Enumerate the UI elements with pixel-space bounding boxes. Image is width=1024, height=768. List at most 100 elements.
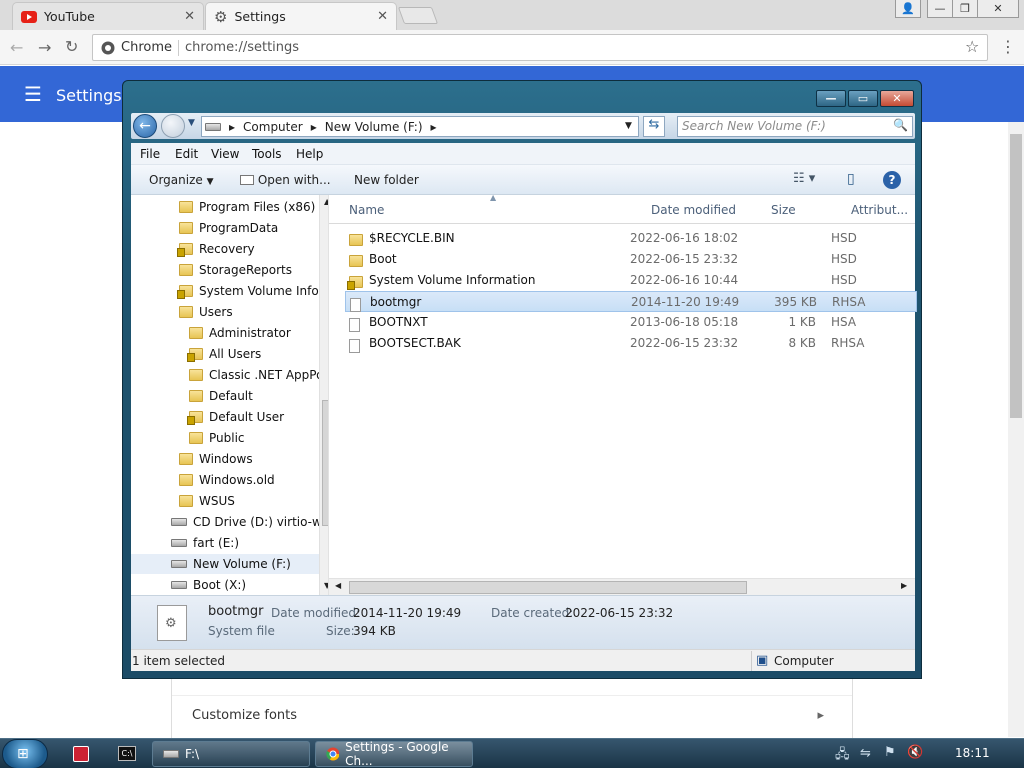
menu-dots-icon[interactable]: ⋮ bbox=[1000, 37, 1016, 56]
window-close-button[interactable]: ✕ bbox=[880, 90, 914, 107]
open-with-button[interactable]: Open with... bbox=[240, 173, 331, 187]
back-button[interactable]: ← bbox=[133, 114, 157, 138]
column-date-modified[interactable]: Date modified bbox=[651, 203, 736, 217]
drive-icon bbox=[163, 750, 179, 758]
scrollbar-thumb[interactable] bbox=[322, 400, 328, 526]
file-row[interactable]: BOOTSECT.BAK 2022-06-15 23:32 8 KB RHSA bbox=[345, 333, 917, 354]
nav-scrollbar[interactable]: ▲ ▼ bbox=[319, 195, 328, 595]
column-name[interactable]: Name bbox=[349, 203, 384, 217]
tree-item-label: New Volume (F:) bbox=[193, 557, 291, 571]
menu-file[interactable]: File bbox=[140, 147, 160, 161]
reload-icon[interactable]: ↻ bbox=[65, 37, 78, 56]
column-size[interactable]: Size bbox=[771, 203, 796, 217]
forward-icon[interactable]: → bbox=[38, 38, 51, 57]
window-minimize-button[interactable]: — bbox=[816, 90, 846, 107]
tree-item[interactable]: System Volume Inform bbox=[177, 281, 328, 301]
scrollbar-thumb[interactable] bbox=[1010, 134, 1022, 418]
column-attributes[interactable]: Attribut... bbox=[851, 203, 908, 217]
scroll-left-icon[interactable]: ◀ bbox=[335, 581, 341, 590]
usb-icon[interactable]: ⇋ bbox=[860, 746, 871, 761]
close-tab-icon[interactable]: ✕ bbox=[184, 9, 195, 24]
file-row[interactable]: BOOTNXT 2013-06-18 05:18 1 KB HSA bbox=[345, 312, 917, 333]
minimize-button[interactable]: — bbox=[927, 0, 953, 18]
tree-item-label: Public bbox=[209, 431, 245, 445]
address-field[interactable]: ▸ Computer ▸ New Volume (F:) ▸ ▼ bbox=[201, 116, 639, 137]
close-button[interactable]: ✕ bbox=[977, 0, 1019, 18]
tree-item[interactable]: Boot (X:) bbox=[171, 575, 246, 595]
tree-item[interactable]: WSUS bbox=[179, 491, 235, 511]
network-icon[interactable]: 🖧 bbox=[835, 745, 850, 767]
clock[interactable]: 18:11 bbox=[955, 746, 990, 760]
settings-row-customize-fonts[interactable]: Customize fonts ▸ bbox=[172, 695, 852, 735]
menu-edit[interactable]: Edit bbox=[175, 147, 198, 161]
youtube-icon bbox=[21, 10, 37, 23]
tree-item[interactable]: Program Files (x86) bbox=[179, 197, 315, 217]
tree-item[interactable]: StorageReports bbox=[179, 260, 292, 280]
tree-item[interactable]: CD Drive (D:) virtio-win- bbox=[171, 512, 328, 532]
sort-up-icon: ▲ bbox=[490, 193, 497, 202]
details-created-value: 2022-06-15 23:32 bbox=[565, 606, 674, 620]
tab-settings[interactable]: ⚙ Settings ✕ bbox=[205, 2, 397, 30]
file-hscrollbar[interactable]: ◀ ▶ bbox=[329, 578, 915, 595]
file-date: 2013-06-18 05:18 bbox=[630, 315, 739, 329]
address-dropdown-icon[interactable]: ▼ bbox=[625, 121, 632, 131]
taskbar-label: Settings - Google Ch... bbox=[345, 740, 449, 768]
search-icon[interactable]: 🔍 bbox=[893, 118, 908, 132]
taskbar-explorer-button[interactable]: F:\ bbox=[152, 741, 310, 767]
scroll-right-icon[interactable]: ▶ bbox=[901, 581, 907, 590]
breadcrumb-new-volume[interactable]: New Volume (F:) bbox=[325, 120, 423, 134]
tree-item[interactable]: Classic .NET AppPoo bbox=[189, 365, 328, 385]
back-icon[interactable]: ← bbox=[10, 38, 23, 57]
tree-item[interactable]: Administrator bbox=[189, 323, 291, 343]
file-row[interactable]: Boot 2022-06-15 23:32 HSD bbox=[345, 249, 917, 270]
tree-item[interactable]: Default User bbox=[187, 407, 284, 427]
new-tab-button[interactable] bbox=[397, 7, 439, 24]
tree-item[interactable]: Public bbox=[189, 428, 245, 448]
locked-folder-icon bbox=[187, 348, 203, 362]
preview-pane-icon[interactable]: ▯ bbox=[847, 171, 855, 187]
tree-item[interactable]: New Volume (F:) bbox=[131, 554, 319, 574]
tree-item[interactable]: ProgramData bbox=[179, 218, 278, 238]
taskbar-chrome-button[interactable]: Settings - Google Ch... bbox=[315, 740, 473, 768]
forward-button[interactable] bbox=[161, 114, 185, 138]
tree-item[interactable]: Windows bbox=[179, 449, 253, 469]
url-text[interactable]: chrome://settings bbox=[185, 40, 299, 55]
new-folder-button[interactable]: New folder bbox=[354, 173, 419, 187]
tree-item[interactable]: Windows.old bbox=[179, 470, 275, 490]
tab-youtube[interactable]: YouTube ✕ bbox=[12, 2, 204, 30]
close-tab-icon[interactable]: ✕ bbox=[377, 9, 388, 24]
restore-button[interactable]: ❐ bbox=[952, 0, 978, 18]
refresh-icon[interactable]: ⇆ bbox=[643, 116, 665, 137]
tree-item[interactable]: Default bbox=[189, 386, 253, 406]
profile-button[interactable]: 👤 bbox=[895, 0, 921, 18]
breadcrumb-computer[interactable]: Computer bbox=[243, 120, 303, 134]
menu-tools[interactable]: Tools bbox=[252, 147, 282, 161]
tree-item[interactable]: Recovery bbox=[177, 239, 255, 259]
hamburger-menu-icon[interactable]: ☰ bbox=[24, 82, 42, 106]
action-center-icon[interactable]: ⚑ bbox=[884, 745, 896, 760]
tree-item[interactable]: All Users bbox=[187, 344, 261, 364]
search-input[interactable]: Search New Volume (F:) 🔍 bbox=[677, 116, 913, 137]
cmd-app-icon[interactable]: C:\ bbox=[118, 746, 136, 761]
star-icon[interactable]: ☆ bbox=[965, 37, 979, 56]
history-chevron-icon[interactable]: ▼ bbox=[188, 118, 195, 128]
tree-item[interactable]: fart (E:) bbox=[171, 533, 239, 553]
recorder-app-icon[interactable] bbox=[73, 746, 89, 762]
start-button[interactable]: ⊞ bbox=[2, 739, 48, 768]
window-maximize-button[interactable]: ▭ bbox=[848, 90, 878, 107]
file-row[interactable]: $RECYCLE.BIN 2022-06-16 18:02 HSD bbox=[345, 228, 917, 249]
menu-view[interactable]: View bbox=[211, 147, 239, 161]
locked-folder-icon bbox=[177, 285, 193, 299]
tree-item-label: Windows bbox=[199, 452, 253, 466]
view-options-icon[interactable]: ☷ ▾ bbox=[793, 171, 815, 186]
page-scrollbar[interactable] bbox=[1008, 122, 1024, 737]
file-row[interactable]: bootmgr 2014-11-20 19:49 395 KB RHSA bbox=[345, 291, 917, 312]
volume-muted-icon[interactable]: 🔇 bbox=[907, 745, 923, 760]
help-icon[interactable]: ? bbox=[883, 171, 901, 189]
tree-item[interactable]: Users bbox=[179, 302, 233, 322]
menu-help[interactable]: Help bbox=[296, 147, 323, 161]
organize-button[interactable]: Organize ▼ bbox=[149, 173, 214, 187]
file-row[interactable]: System Volume Information 2022-06-16 10:4… bbox=[345, 270, 917, 291]
scrollbar-thumb[interactable] bbox=[349, 581, 747, 594]
omnibox[interactable]: Chrome chrome://settings bbox=[92, 34, 988, 61]
